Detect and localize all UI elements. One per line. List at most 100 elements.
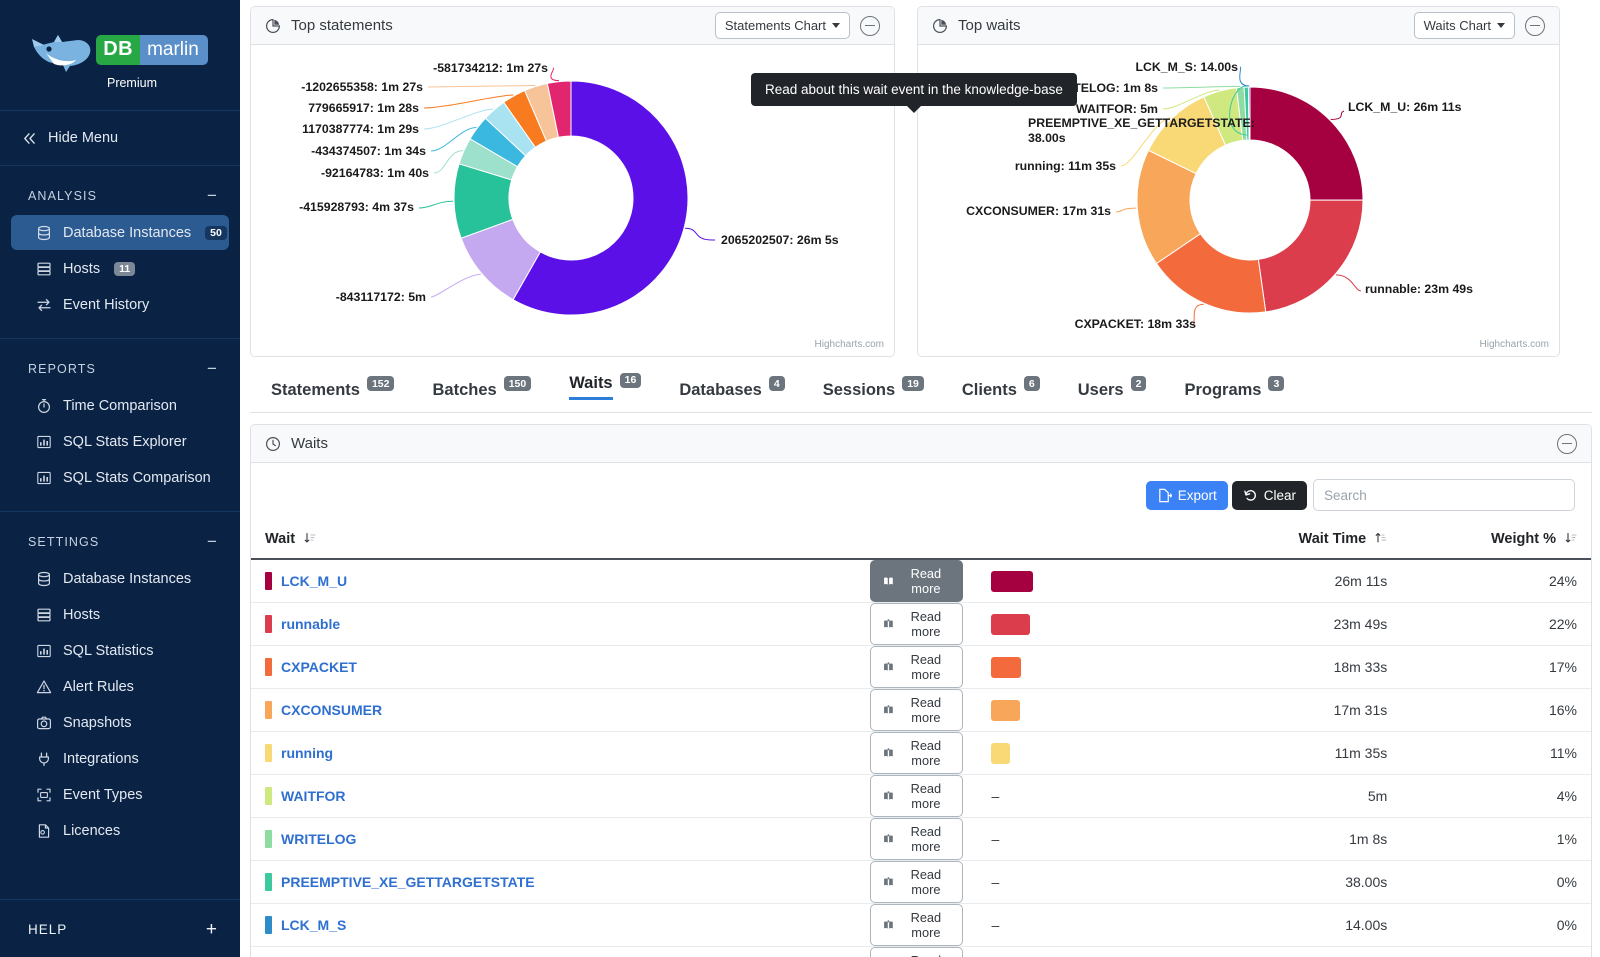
sidebar-item-hosts[interactable]: Hosts 11	[11, 251, 229, 286]
sidebar-item-event-types[interactable]: Event Types	[11, 777, 229, 812]
collapse-icon[interactable]: −	[207, 360, 218, 377]
table-row[interactable]: WRITELOG Read more – 1m 8s 1%	[251, 817, 1591, 861]
brand-db-text: DB	[96, 34, 141, 65]
column-header-weight[interactable]: Weight %	[1401, 521, 1591, 560]
table-row[interactable]: CXCONSUMER Read more 17m 31s 16%	[251, 688, 1591, 732]
sidebar-item-label: Event History	[63, 296, 150, 313]
read-more-button[interactable]: Read more	[870, 861, 964, 903]
statements-chart-select[interactable]: Statements Chart	[714, 12, 850, 39]
wait-name-link[interactable]: WRITELOG	[281, 831, 356, 847]
wait-name-link[interactable]: PREEMPTIVE_XE_GETTARGETSTATE	[281, 874, 535, 890]
wait-name-link[interactable]: CXPACKET	[281, 659, 357, 675]
sidebar-section-reports[interactable]: REPORTS −	[0, 339, 240, 387]
charts-row: Top statements Statements Chart 20652025…	[250, 6, 1592, 357]
tab-databases[interactable]: Databases 4	[660, 376, 803, 412]
weight-bar-cell	[977, 731, 1190, 775]
collapse-statements-button[interactable]	[860, 15, 880, 36]
sidebar-item-sql-statistics[interactable]: SQL Statistics	[11, 633, 229, 668]
pie-slice-label: 779665917: 1m 28s	[308, 101, 419, 115]
collapse-icon[interactable]: −	[207, 187, 218, 204]
empty-value: –	[991, 831, 1000, 847]
sidebar-item-sql-stats-comparison[interactable]: SQL Stats Comparison	[11, 460, 229, 495]
hide-menu-button[interactable]: Hide Menu	[0, 111, 240, 165]
pie-slice[interactable]	[1257, 199, 1364, 313]
collapse-waits-table-button[interactable]	[1557, 433, 1577, 454]
export-label: Export	[1177, 487, 1217, 503]
read-more-button[interactable]: Read more	[870, 904, 964, 946]
weight-cell: 11%	[1401, 731, 1591, 775]
pie-slice-label: -1202655358: 1m 27s	[301, 80, 423, 94]
pie-connector	[427, 84, 536, 88]
table-row[interactable]: ASYNC_NETWORK_IO Read more –5.00s0%	[251, 946, 1591, 957]
sidebar-item-database-instances[interactable]: Database Instances 50	[11, 215, 229, 250]
tab-badge: 3	[1268, 376, 1285, 391]
pie-slice[interactable]	[1249, 86, 1364, 201]
chevron-down-icon	[832, 23, 840, 28]
column-header-wait-time[interactable]: Wait Time	[1189, 521, 1402, 560]
table-row[interactable]: WAITFOR Read more – 5m 4%	[251, 774, 1591, 818]
wait-name-cell: LCK_M_S	[251, 903, 857, 947]
read-more-button[interactable]: Read more	[870, 560, 964, 602]
sidebar-item-snapshots[interactable]: Snapshots	[11, 705, 229, 740]
brand-logo[interactable]: DB marlin Premium	[0, 0, 240, 110]
sidebar-item-integrations[interactable]: Integrations	[11, 741, 229, 776]
table-row[interactable]: LCK_M_S Read more – 14.00s 0%	[251, 903, 1591, 947]
read-more-button[interactable]: Read more	[870, 603, 964, 645]
sidebar-item-alert-rules[interactable]: Alert Rules	[11, 669, 229, 704]
waits-chart-select[interactable]: Waits Chart	[1413, 12, 1515, 39]
pie-slice-label: -415928793: 4m 37s	[299, 200, 414, 214]
tab-sessions[interactable]: Sessions 19	[804, 376, 943, 412]
wait-name-link[interactable]: CXCONSUMER	[281, 702, 382, 718]
sidebar-section-analysis[interactable]: ANALYSIS −	[0, 166, 240, 214]
collapse-waits-button[interactable]	[1525, 15, 1545, 36]
read-more-button[interactable]: Read more	[870, 947, 964, 957]
sidebar-item-time-comparison[interactable]: Time Comparison	[11, 388, 229, 423]
help-section-header[interactable]: HELP +	[0, 899, 240, 957]
export-button[interactable]: Export	[1145, 480, 1228, 510]
column-header-wait[interactable]: Wait	[251, 521, 857, 560]
sidebar-item-database-instances[interactable]: Database Instances	[11, 561, 229, 596]
brand-marlin-text: marlin	[140, 34, 208, 65]
table-row[interactable]: runnable Read more 23m 49s 22%	[251, 602, 1591, 646]
bar-chart-icon	[35, 469, 52, 486]
tab-clients[interactable]: Clients 6	[943, 376, 1059, 412]
table-row[interactable]: CXPACKET Read more 18m 33s 17%	[251, 645, 1591, 689]
sidebar-section-settings[interactable]: SETTINGS −	[0, 512, 240, 560]
clear-button[interactable]: Clear	[1231, 480, 1307, 510]
read-more-button[interactable]: Read more	[870, 732, 964, 774]
table-row[interactable]: PREEMPTIVE_XE_GETTARGETSTATE Read more – 38…	[251, 860, 1591, 904]
wait-name-link[interactable]: LCK_M_U	[281, 573, 347, 589]
tab-programs[interactable]: Programs 3	[1165, 376, 1303, 412]
sidebar-item-licences[interactable]: Licences	[11, 813, 229, 848]
sidebar-item-label: Integrations	[63, 750, 139, 767]
wait-name-link[interactable]: runnable	[281, 616, 340, 632]
read-more-label: Read more	[910, 867, 942, 897]
read-more-cell: Read more	[856, 817, 978, 861]
pie-slice[interactable]	[1247, 86, 1251, 141]
wait-name-cell: WRITELOG	[251, 817, 857, 861]
wait-name-link[interactable]: running	[281, 745, 333, 761]
wait-name-link[interactable]: LCK_M_S	[281, 917, 346, 933]
read-more-button[interactable]: Read more	[870, 689, 964, 731]
table-row[interactable]: running Read more 11m 35s 11%	[251, 731, 1591, 775]
read-more-button[interactable]: Read more	[870, 818, 964, 860]
read-more-button[interactable]: Read more	[870, 775, 964, 817]
sidebar-item-hosts[interactable]: Hosts	[11, 597, 229, 632]
sidebar-item-sql-stats-explorer[interactable]: SQL Stats Explorer	[11, 424, 229, 459]
wait-time-cell: 38.00s	[1189, 860, 1402, 904]
wait-name-link[interactable]: WAITFOR	[281, 788, 346, 804]
help-expand-icon[interactable]: +	[206, 920, 218, 939]
tab-batches[interactable]: Batches 150	[413, 376, 550, 412]
series-color-swatch	[265, 830, 272, 848]
tab-statements[interactable]: Statements 152	[252, 376, 413, 412]
collapse-icon[interactable]: −	[207, 533, 218, 550]
search-input[interactable]	[1313, 479, 1575, 511]
tab-users[interactable]: Users 2	[1059, 376, 1166, 412]
read-more-button[interactable]: Read more	[870, 646, 964, 688]
tab-waits[interactable]: Waits 16	[550, 372, 660, 412]
column-label-wait: Wait	[265, 531, 296, 547]
waits-table-title: Waits	[291, 435, 328, 452]
sidebar-item-event-history[interactable]: Event History	[11, 287, 229, 322]
clock-icon	[265, 436, 281, 451]
table-row[interactable]: LCK_M_U Read more 26m 11s 24%	[251, 559, 1591, 603]
